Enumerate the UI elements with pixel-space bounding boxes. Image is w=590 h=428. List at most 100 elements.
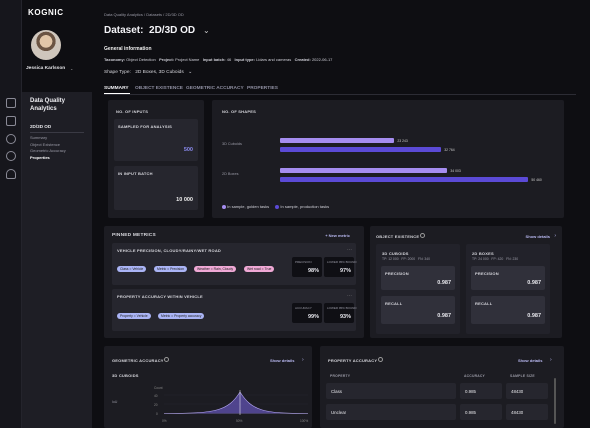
table-row[interactable]: Class <box>326 383 456 399</box>
legend-production-label: In sample, production tasks <box>280 204 330 209</box>
input-type-value: Lidars and cameras <box>256 57 292 62</box>
taxonomy-label: Taxonomy: <box>104 57 126 62</box>
chip-wet-road[interactable]: Wet road = True <box>244 266 275 272</box>
table-scrollbar[interactable] <box>554 378 556 424</box>
general-heading: General information <box>104 46 152 52</box>
chip-class[interactable]: Class = Vehicle <box>117 266 147 272</box>
nav-divider <box>30 132 84 133</box>
existence-show-details[interactable]: Show details <box>526 234 550 239</box>
existence-group-3d: 3D CUBOIDS TP: 12 000 FP: 2000 FN: 340 P… <box>376 244 460 334</box>
existence-group-2d: 2D BOXES TP: 24 000 FP: 420 FN: 230 PREC… <box>466 244 550 334</box>
legend-dot-production <box>275 204 280 209</box>
chevron-right-icon[interactable]: › <box>550 357 552 363</box>
geometric-xtick-0: 0% <box>162 419 167 423</box>
row-2-property: Unclear <box>331 410 347 415</box>
batch-box: IN INPUT BATCH 10 000 <box>114 166 198 210</box>
users-icon[interactable] <box>6 169 16 179</box>
histogram-area <box>164 392 308 414</box>
nav-item-summary[interactable]: Summary <box>30 135 47 140</box>
pinned-metric-1: VEHICLE PRECISION, CLOUDY/RAINY/WET ROAD… <box>112 243 357 285</box>
geometric-xtick-50: 50% <box>236 419 243 423</box>
tab-summary[interactable]: SUMMARY <box>104 86 129 91</box>
col-property: PROPERTY <box>330 374 351 378</box>
tabs-divider <box>104 94 576 95</box>
geometric-show-details[interactable]: Show details <box>270 358 294 363</box>
group-2d-title: 2D BOXES <box>472 251 494 256</box>
chevron-right-icon[interactable]: › <box>554 233 556 239</box>
sampled-label: SAMPLED FOR ANALYSIS <box>118 124 172 129</box>
metric-1-lower-value: 97% <box>339 268 351 274</box>
dataset-icon[interactable] <box>6 98 16 108</box>
property-show-details[interactable]: Show details <box>518 358 542 363</box>
shape-type-select[interactable]: 2D Boxes, 3D Cuboids <box>135 70 184 75</box>
info-icon[interactable] <box>420 233 425 238</box>
nav-item-geometric-accuracy[interactable]: Geometric Accuracy <box>30 148 66 153</box>
legend-golden-label: In sample, golden tasks <box>227 204 270 209</box>
group-3d-recall-box: RECALL 0.987 <box>381 296 455 324</box>
chip-property[interactable]: Property = Vehicle <box>117 313 151 319</box>
shapes-category-label: 3D Cuboids <box>222 142 242 146</box>
metric-2-lower-box: LOWER 95% BOUND 93% <box>324 303 357 323</box>
info-icon[interactable] <box>378 357 383 362</box>
tab-properties[interactable]: PROPERTIES <box>247 86 278 91</box>
more-icon[interactable]: ⋯ <box>347 293 352 299</box>
gear-icon[interactable] <box>6 151 16 161</box>
chip-metric[interactable]: Metric = Precision <box>154 266 188 272</box>
group-3d-stats: TP: 12 000 FP: 2000 FN: 340 <box>382 257 431 261</box>
metric-2-accuracy-label: ACCURACY <box>295 306 312 310</box>
tab-object-existence[interactable]: OBJECT EXISTENCE <box>135 86 183 91</box>
nav-dataset-code[interactable]: 2D/3D OD <box>30 124 51 129</box>
page-title: Dataset: 2D/3D OD <box>104 25 196 36</box>
title-chevron-down-icon[interactable]: ⌄ <box>203 26 210 35</box>
general-info-row: Taxonomy: Object Detection Project: Proj… <box>104 57 332 62</box>
metric-2-accuracy-box: ACCURACY 99% <box>292 303 322 323</box>
geometric-ytick-20: 20 <box>154 403 158 407</box>
geometric-xtick-100: 100% <box>300 419 308 423</box>
chevron-right-icon[interactable]: › <box>302 357 304 363</box>
shapes-bar-value: 32 764 <box>444 147 455 152</box>
tab-geometric-accuracy[interactable]: GEOMETRIC ACCURACY <box>186 86 244 91</box>
group-3d-precision-label: PRECISION <box>385 271 409 276</box>
taxonomy-value: Object Detection <box>126 57 156 62</box>
geometric-left-label: IoU <box>112 400 118 404</box>
table-row[interactable]: Unclear <box>326 404 456 420</box>
chip-metric-property[interactable]: Metric = Property accuracy <box>158 313 205 319</box>
batch-value: 46 <box>226 57 232 62</box>
group-3d-precision-box: PRECISION 0.987 <box>381 266 455 290</box>
row-1-property: Class <box>331 389 342 394</box>
inputs-heading: NO. OF INPUTS <box>116 109 149 114</box>
new-metric-button[interactable]: + New metric <box>325 233 350 238</box>
geometric-sub: 3D CUBOIDS <box>112 373 139 378</box>
geometric-accuracy-card: GEOMETRIC ACCURACY Show details › 3D CUB… <box>104 346 312 428</box>
shapes-chart: 3D Cuboids 23 243 32 764 2D Boxes 34 003 50 4… <box>212 100 564 218</box>
avatar[interactable] <box>31 30 61 60</box>
geometric-ytick-40: 40 <box>154 394 158 398</box>
created-label: Created: <box>294 57 311 62</box>
clipboard-icon[interactable] <box>6 116 16 126</box>
more-icon[interactable]: ⋯ <box>347 247 352 253</box>
chevron-down-icon[interactable]: ⌄ <box>188 70 192 75</box>
shapes-bar[interactable] <box>280 147 442 152</box>
geometric-ylabel: Count <box>154 386 163 390</box>
pinned-metric-2: PROPERTY ACCURACY WITHIN VEHICLE ⋯ Prope… <box>112 289 357 331</box>
row-1-sample: 48430 <box>511 389 524 394</box>
group-2d-recall-value: 0.987 <box>527 313 541 319</box>
nav-item-object-existence[interactable]: Object Existence <box>30 142 60 147</box>
info-icon[interactable] <box>164 357 169 362</box>
lightbulb-icon[interactable] <box>6 134 16 144</box>
row-2-accuracy: 0.985 <box>465 410 476 415</box>
metric-1-lower-label: LOWER 95% BOUND <box>327 260 357 264</box>
nav-item-properties[interactable]: Properties <box>30 155 50 160</box>
shapes-bar[interactable] <box>280 138 395 143</box>
chip-weather[interactable]: Weather = Rain, Cloudy <box>194 266 237 272</box>
breadcrumb[interactable]: Data Quality Analytics / Datasets / 2D/3… <box>104 12 184 17</box>
user-name[interactable]: Jessica Karlsson <box>26 66 65 71</box>
table-cell: 0.985 <box>460 383 502 399</box>
inputs-card: NO. OF INPUTS SAMPLED FOR ANALYSIS 500 I… <box>108 100 204 218</box>
col-sample-size: SAMPLE SIZE <box>510 374 535 378</box>
chevron-down-icon[interactable]: ⌄ <box>70 66 73 71</box>
metric-1-lower-box: LOWER 95% BOUND 97% <box>324 257 357 277</box>
group-3d-recall-label: RECALL <box>385 301 403 306</box>
shapes-bar[interactable] <box>280 177 529 182</box>
shapes-bar[interactable] <box>280 168 448 173</box>
